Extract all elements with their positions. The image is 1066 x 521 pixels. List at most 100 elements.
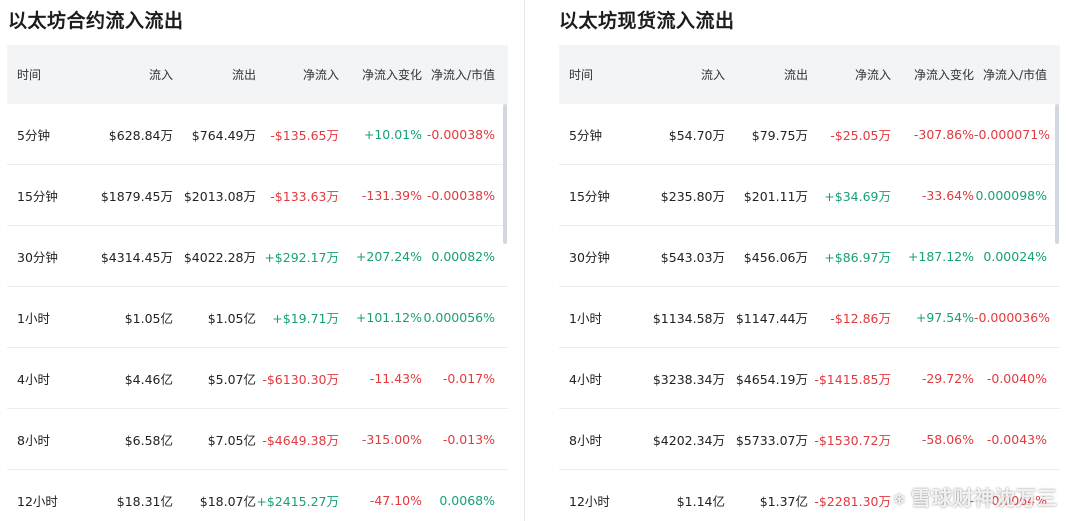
cell-netflow-mcap: -0.0043%: [986, 431, 1047, 447]
cell-netflow-mcap: -0.000071%: [974, 126, 1051, 142]
cell-outflow: $18.07亿: [199, 493, 256, 509]
cell-netflow-mcap: -0.000036%: [974, 309, 1051, 325]
cell-outflow: $201.11万: [743, 188, 808, 204]
cell-netflow: -$133.63万: [270, 188, 339, 204]
cell-netflow-change: +187.12%: [907, 248, 974, 264]
cell-netflow: -$4649.38万: [262, 432, 339, 448]
cell-netflow-mcap: -0.013%: [442, 431, 495, 447]
cell-netflow-change: +10.01%: [363, 126, 422, 142]
cell-outflow: $79.75万: [751, 127, 808, 143]
cell-netflow: -$6130.30万: [262, 371, 339, 387]
cell-outflow: $2013.08万: [183, 188, 256, 204]
cell-inflow: $1.14亿: [676, 493, 725, 509]
table-row: 8小时 $4202.34万 $5733.07万 -$1530.72万 -58.06% -0…: [559, 409, 1060, 470]
header-netflow-mcap[interactable]: 净流入/市值: [422, 66, 495, 83]
cell-netflow-mcap: 0.00082%: [431, 248, 495, 264]
panel-divider: [524, 0, 525, 521]
cell-netflow: -$25.05万: [830, 127, 891, 143]
cell-netflow-change: +101.12%: [355, 309, 422, 325]
scrollbar-thumb[interactable]: [1055, 104, 1059, 244]
table-row: 30分钟 $543.03万 $456.06万 +$86.97万 +187.12% 0.00…: [559, 226, 1060, 287]
header-time: 时间: [17, 68, 42, 82]
cell-inflow: $628.84万: [108, 127, 173, 143]
cell-netflow-change: -315.00%: [361, 431, 422, 447]
cell-inflow: $18.31亿: [116, 493, 173, 509]
scrollbar-thumb[interactable]: [503, 104, 507, 244]
table-row: 15分钟 $235.80万 $201.11万 +$34.69万 -33.64% 0.000…: [559, 165, 1060, 226]
cell-inflow: $1879.45万: [100, 188, 173, 204]
cell-inflow: $3238.34万: [652, 371, 725, 387]
cell-netflow: -$2281.30万: [814, 493, 891, 509]
cell-netflow: -$12.86万: [830, 310, 891, 326]
cell-netflow: -$135.65万: [270, 127, 339, 143]
cell-outflow: $1.37亿: [759, 493, 808, 509]
cell-outflow: $1147.44万: [735, 310, 808, 326]
cell-time: 1小时: [17, 310, 50, 326]
table-row: 8小时 $6.58亿 $7.05亿 -$4649.38万 -315.00% -0.013%: [7, 409, 508, 470]
cell-netflow-mcap: 0.0068%: [439, 492, 495, 508]
spot-flow-title: 以太坊现货流入流出: [559, 10, 735, 32]
cell-time: 12小时: [17, 493, 58, 509]
cell-outflow: $4022.28万: [183, 249, 256, 265]
header-time: 时间: [569, 68, 594, 82]
cell-netflow-change: -131.39%: [361, 187, 422, 203]
cell-netflow: +$2415.27万: [256, 493, 339, 509]
header-netflow-mcap[interactable]: 净流入/市值: [974, 66, 1047, 83]
cell-netflow-change: +207.24%: [355, 248, 422, 264]
cell-netflow-change: +97.54%: [915, 309, 974, 325]
cell-outflow: $5.07亿: [207, 371, 256, 387]
cell-outflow: $456.06万: [743, 249, 808, 265]
cell-inflow: $4202.34万: [652, 432, 725, 448]
cell-time: 30分钟: [569, 249, 610, 265]
header-inflow[interactable]: 流入: [637, 66, 725, 83]
table-header: 时间 流入 流出 净流入 净流入变化 净流入/市值: [559, 45, 1060, 104]
cell-netflow-change: -11.43%: [369, 370, 422, 386]
cell-netflow-change: -58.06%: [921, 431, 974, 447]
header-netflow[interactable]: 净流入: [808, 66, 891, 83]
cell-outflow: $1.05亿: [207, 310, 256, 326]
table-row: 5分钟 $54.70万 $79.75万 -$25.05万 -307.86% -0.0000…: [559, 104, 1060, 165]
cell-time: 5分钟: [17, 127, 50, 143]
header-outflow[interactable]: 流出: [725, 66, 808, 83]
cell-inflow: $4.46亿: [124, 371, 173, 387]
cell-outflow: $764.49万: [191, 127, 256, 143]
cell-outflow: $5733.07万: [735, 432, 808, 448]
table-row: 5分钟 $628.84万 $764.49万 -$135.65万 +10.01% -0.00…: [7, 104, 508, 165]
table-row: 4小时 $4.46亿 $5.07亿 -$6130.30万 -11.43% -0.017%: [7, 348, 508, 409]
header-netflow[interactable]: 净流入: [256, 66, 339, 83]
cell-netflow-mcap: -0.017%: [442, 370, 495, 386]
contract-flow-panel: 以太坊合约流入流出 时间 流入 流出 净流入 净流入变化 净流入/市值 5分钟 $…: [0, 0, 520, 521]
cell-time: 1小时: [569, 310, 602, 326]
cell-inflow: $235.80万: [660, 188, 725, 204]
table-row: 12小时 $18.31亿 $18.07亿 +$2415.27万 -47.10% 0.006…: [7, 470, 508, 521]
header-netflow-change[interactable]: 净流入变化: [891, 66, 974, 83]
cell-inflow: $4314.45万: [100, 249, 173, 265]
cell-time: 5分钟: [569, 127, 602, 143]
cell-netflow-mcap: 0.00024%: [983, 248, 1047, 264]
cell-time: 8小时: [17, 432, 50, 448]
table-row: 1小时 $1134.58万 $1147.44万 -$12.86万 +97.54% -0.0…: [559, 287, 1060, 348]
cell-outflow: $7.05亿: [207, 432, 256, 448]
contract-flow-title: 以太坊合约流入流出: [8, 10, 184, 32]
cell-time: 30分钟: [17, 249, 58, 265]
header-inflow[interactable]: 流入: [85, 66, 173, 83]
table-row: 1小时 $1.05亿 $1.05亿 +$19.71万 +101.12% 0.000056%: [7, 287, 508, 348]
cell-netflow-change: -29.72%: [921, 370, 974, 386]
cell-netflow: +$292.17万: [264, 249, 339, 265]
cell-time: 4小时: [569, 371, 602, 387]
cell-time: 4小时: [17, 371, 50, 387]
spot-flow-panel: 以太坊现货流入流出 时间 流入 流出 净流入 净流入变化 净流入/市值 5分钟 $…: [552, 0, 1066, 521]
cell-time: 15分钟: [17, 188, 58, 204]
table-header: 时间 流入 流出 净流入 净流入变化 净流入/市值: [7, 45, 508, 104]
contract-flow-table: 时间 流入 流出 净流入 净流入变化 净流入/市值 5分钟 $628.84万 $76…: [7, 45, 508, 521]
cell-netflow-mcap: 0.000056%: [423, 309, 495, 325]
cell-netflow-change: -307.86%: [913, 126, 974, 142]
cell-netflow: -$1530.72万: [814, 432, 891, 448]
cell-netflow-change: -33.64%: [921, 187, 974, 203]
cell-netflow: -$1415.85万: [814, 371, 891, 387]
cell-netflow-mcap: -0.00038%: [426, 126, 495, 142]
cell-time: 12小时: [569, 493, 610, 509]
header-netflow-change[interactable]: 净流入变化: [339, 66, 422, 83]
cell-netflow-mcap: 0.000098%: [975, 187, 1047, 203]
header-outflow[interactable]: 流出: [173, 66, 256, 83]
